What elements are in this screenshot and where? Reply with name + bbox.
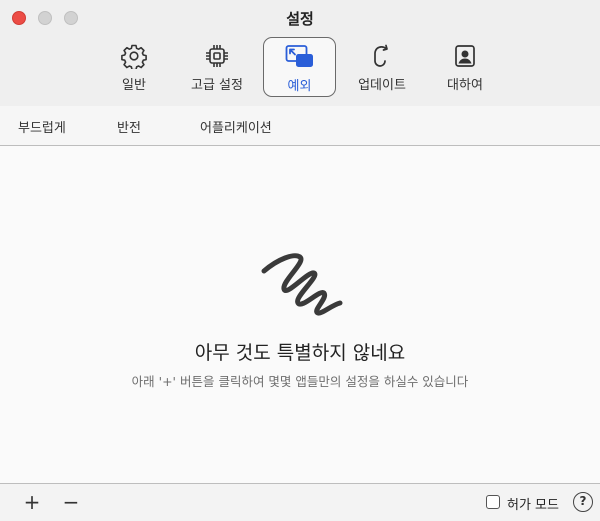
add-button[interactable]: + bbox=[20, 490, 44, 514]
preferences-toolbar: 일반 고급 설정 예외 업데이트 대하여 bbox=[0, 37, 600, 99]
scribble-icon bbox=[261, 253, 343, 316]
subtab-smooth[interactable]: 부드럽게 bbox=[18, 117, 66, 136]
toolbar-item-general[interactable]: 일반 bbox=[104, 37, 164, 97]
toolbar-item-advanced[interactable]: 고급 설정 bbox=[182, 37, 252, 97]
sub-tab-bar: 부드럽게 반전 어플리케이션 bbox=[0, 106, 600, 146]
exceptions-list-area: 아무 것도 특별하지 않네요 아래 '+' 버튼을 클릭하여 몇몇 앱들만의 설… bbox=[0, 146, 600, 483]
subtab-applications[interactable]: 어플리케이션 bbox=[200, 117, 272, 136]
permission-mode-label: 허가 모드 bbox=[507, 498, 559, 513]
window-overlap-icon bbox=[285, 45, 313, 67]
empty-state-subtitle: 아래 '+' 버튼을 클릭하여 몇몇 앱들만의 설정을 하실수 있습니다 bbox=[131, 374, 469, 389]
toolbar-item-label: 일반 bbox=[122, 78, 146, 93]
toolbar-item-exceptions[interactable]: 예외 bbox=[263, 37, 336, 97]
subtab-reverse[interactable]: 반전 bbox=[117, 117, 141, 136]
chip-icon bbox=[206, 45, 228, 67]
bottom-bar: + − 허가 모드 ? bbox=[0, 483, 600, 521]
person-icon bbox=[455, 45, 475, 67]
refresh-icon bbox=[374, 44, 388, 67]
toolbar-item-label: 고급 설정 bbox=[191, 78, 243, 93]
toolbar-item-about[interactable]: 대하여 bbox=[435, 37, 495, 97]
empty-state-title: 아무 것도 특별하지 않네요 bbox=[194, 342, 406, 364]
permission-mode-checkbox[interactable] bbox=[486, 495, 500, 509]
title-bar: 설정 일반 고급 설정 예외 업데이트 대하여 bbox=[0, 0, 600, 106]
gear-icon bbox=[121, 44, 147, 69]
remove-button[interactable]: − bbox=[59, 490, 83, 514]
help-button[interactable]: ? bbox=[573, 492, 593, 512]
window-title: 설정 bbox=[286, 10, 314, 28]
settings-window: 설정 일반 고급 설정 예외 업데이트 대하여 부드럽게 반전 어플리케이션 아… bbox=[0, 0, 600, 521]
toolbar-item-update[interactable]: 업데이트 bbox=[349, 37, 415, 97]
toolbar-item-label: 대하여 bbox=[447, 78, 483, 93]
toolbar-item-label: 업데이트 bbox=[358, 78, 406, 93]
toolbar-item-label: 예외 bbox=[287, 79, 312, 94]
